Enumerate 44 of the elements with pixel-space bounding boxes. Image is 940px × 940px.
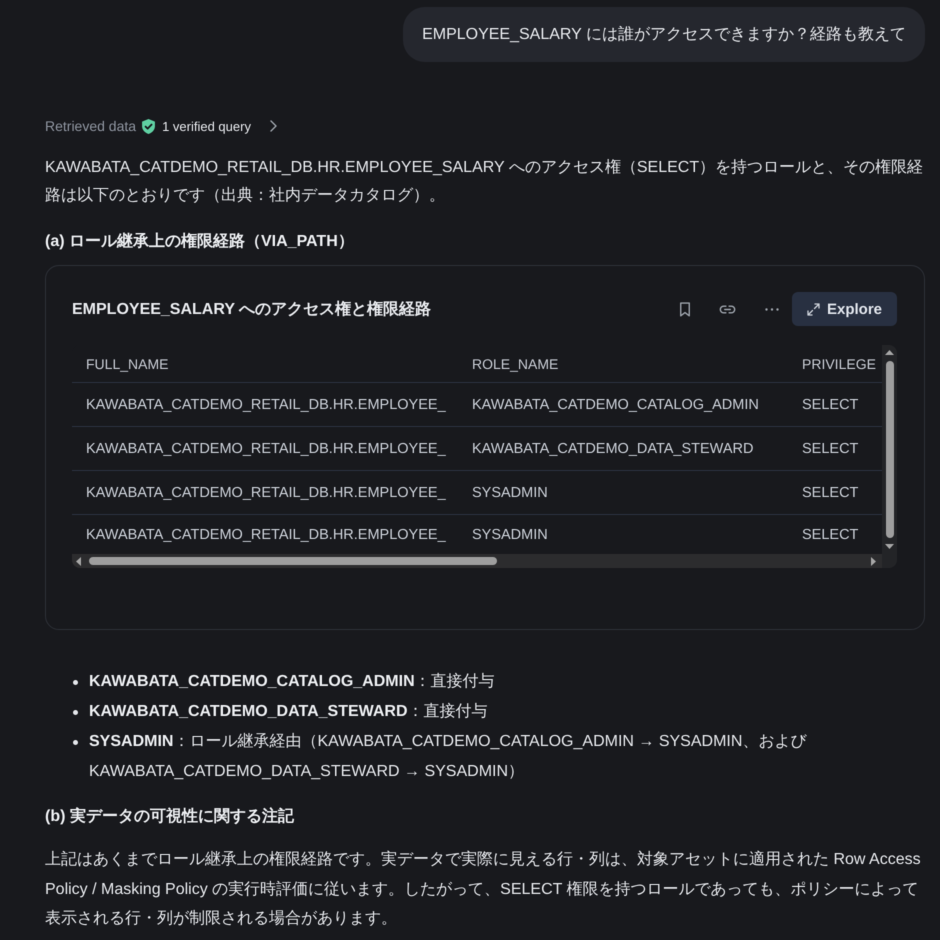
- bookmark-icon[interactable]: [680, 302, 690, 316]
- bullet-icon: [73, 710, 78, 715]
- table-cell-text: KAWABATA_CATDEMO_CATALOG_ADMIN: [471, 396, 760, 414]
- column-header: PRIVILEGE: [801, 354, 877, 374]
- table-cell-text: SELECT: [801, 396, 860, 414]
- more-icon[interactable]: [765, 308, 779, 310]
- vertical-scrollbar[interactable]: [882, 345, 897, 568]
- scrollbar-thumb[interactable]: [886, 361, 894, 538]
- expand-icon: [807, 302, 820, 316]
- explore-button[interactable]: Explore: [792, 292, 897, 326]
- list-item-text: KAWABATA_CATDEMO_CATALOG_ADMIN：直接付与: [89, 672, 495, 692]
- table-cell-text: KAWABATA_CATDEMO_RETAIL_DB.HR.EMPLOYEE_: [85, 526, 447, 544]
- scroll-right-icon[interactable]: [871, 556, 876, 566]
- column-header: ROLE_NAME: [471, 354, 560, 374]
- chevron-right-icon[interactable]: [270, 120, 277, 132]
- table-cell-text: KAWABATA_CATDEMO_RETAIL_DB.HR.EMPLOYEE_: [85, 440, 447, 458]
- horizontal-scrollbar[interactable]: [72, 554, 882, 568]
- answer-paragraph: KAWABATA_CATDEMO_RETAIL_DB.HR.EMPLOYEE_SALARY へのアクセス権（SELECT）を持つロールと、その権限経路は以下のとおりです（出典：社内データカタログ）。: [45, 158, 924, 206]
- table-cell-text: SYSADMIN: [471, 526, 549, 544]
- note-paragraph: 上記はあくまでロール継承上の権限経路です。実データで実際に見える行・列は、対象アセットに適用された Row Access Policy / Masking Policy の実行時評価に従います。したがって、SELECT 権限を持つロールであっても、ポリシーによって表示される行・列が制限される場合があります。: [45, 850, 922, 929]
- list-item-text: SYSADMIN：ロール継承経由（KAWABATA_CATDEMO_CATALOG_ADMIN → SYSADMIN、および KAWABATA_CATDEMO_DATA_STEWARD → SYSADMIN）: [89, 732, 808, 782]
- bullet-icon: [73, 680, 78, 685]
- table-cell-text: KAWABATA_CATDEMO_RETAIL_DB.HR.EMPLOYEE_: [85, 484, 447, 502]
- scroll-up-icon[interactable]: [885, 350, 894, 355]
- scroll-down-icon[interactable]: [885, 544, 894, 549]
- table-cell-text: KAWABATA_CATDEMO_DATA_STEWARD: [471, 440, 754, 458]
- scroll-left-icon[interactable]: [76, 556, 81, 566]
- scrollbar-thumb[interactable]: [89, 557, 497, 565]
- table-cell-text: SYSADMIN: [471, 484, 549, 502]
- column-header: FULL_NAME: [85, 354, 170, 374]
- section-heading: (a) ロール継承上の権限経路（VIA_PATH）: [45, 232, 355, 252]
- section-heading: (b) 実データの可視性に関する注記: [45, 806, 295, 827]
- verified-shield-icon: [142, 118, 156, 134]
- card-title: EMPLOYEE_SALARY へのアクセス権と権限経路: [72, 300, 432, 320]
- verified-query-count[interactable]: 1 verified query: [162, 118, 251, 134]
- link-icon[interactable]: [719, 304, 736, 314]
- list-item-text: KAWABATA_CATDEMO_DATA_STEWARD：直接付与: [89, 702, 488, 722]
- table-cell-text: SELECT: [801, 440, 860, 458]
- table-cell-text: SELECT: [801, 484, 860, 502]
- user-message: EMPLOYEE_SALARY には誰がアクセスできますか？経路も教えて: [403, 7, 925, 62]
- retrieved-data-label[interactable]: Retrieved data: [45, 118, 136, 134]
- bullet-icon: [73, 740, 78, 745]
- table-cell-text: KAWABATA_CATDEMO_RETAIL_DB.HR.EMPLOYEE_: [85, 396, 447, 414]
- table-cell-text: SELECT: [801, 526, 860, 544]
